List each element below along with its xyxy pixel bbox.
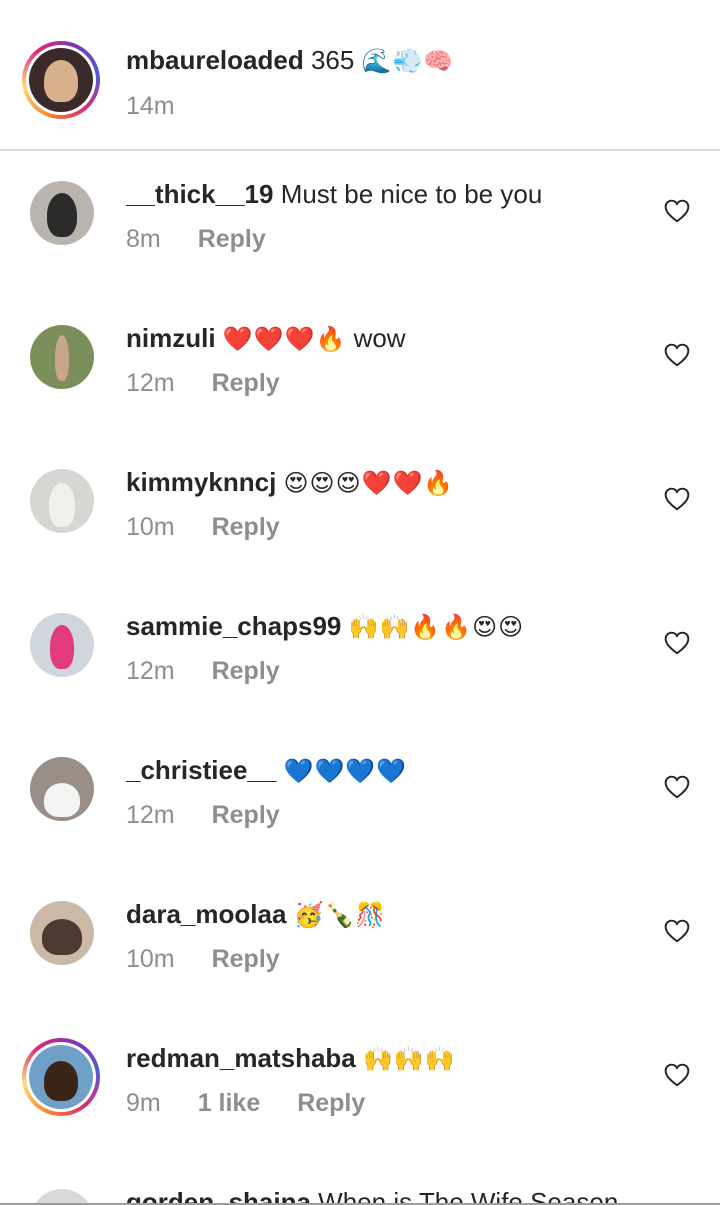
heart-outline-icon[interactable] [664,343,690,367]
comment-line: nimzuli ❤️❤️❤️🔥 wow [126,322,406,356]
comment-username[interactable]: __thick__19 [126,179,273,209]
comment-line: dara_moolaa 🥳🍾🎊 [126,898,386,932]
reply-button[interactable]: Reply [212,657,280,685]
comment-avatar[interactable] [30,757,94,821]
comment-line: __thick__19 Must be nice to be you [126,178,542,212]
comment-username[interactable]: _christiee__ [126,755,276,785]
comment-meta: 8m Reply [126,224,266,254]
comment-meta: 9m 1 like Reply [126,1088,365,1118]
comment-meta: 12m Reply [126,656,280,686]
reply-button[interactable]: Reply [198,225,266,253]
comment-emojis: ❤️❤️❤️🔥 [222,326,347,353]
comment-avatar[interactable] [30,469,94,533]
comment-time: 12m [126,369,175,397]
heart-outline-icon[interactable] [664,1063,690,1087]
comment-item: gorden_shaina When is The Wife Season [0,1158,720,1205]
comment-item: nimzuli ❤️❤️❤️🔥 wow 12m Reply [0,294,720,438]
heart-outline-icon[interactable] [664,919,690,943]
comment-meta: 10m Reply [126,944,280,974]
comment-item: dara_moolaa 🥳🍾🎊 10m Reply [0,870,720,1014]
caption-line: mbaureloaded 365 🌊💨🧠 [126,44,454,78]
comment-text: Must be nice to be you [280,179,543,209]
comment-line: kimmyknncj 😍😍😍❤️❤️🔥 [126,466,454,500]
reply-button[interactable]: Reply [212,801,280,829]
comment-item: __thick__19 Must be nice to be you 8m Re… [0,150,720,294]
comment-time: 10m [126,945,175,973]
comment-emojis: 😍😍😍❤️❤️🔥 [283,470,455,497]
comment-emojis: 🙌🙌🔥🔥😍😍 [348,614,525,641]
comment-username[interactable]: nimzuli [126,323,216,353]
comment-item: kimmyknncj 😍😍😍❤️❤️🔥 10m Reply [0,438,720,582]
comment-time: 9m [126,1089,161,1117]
caption-text: 365 [310,45,355,75]
comment-avatar[interactable] [30,325,94,389]
heart-outline-icon[interactable] [664,631,690,655]
comment-line: redman_matshaba 🙌🙌🙌 [126,1042,456,1076]
caption-emojis: 🌊💨🧠 [361,48,455,75]
comment-emojis: 💙💙💙💙 [283,758,408,785]
comment-username[interactable]: dara_moolaa [126,899,286,929]
heart-outline-icon[interactable] [664,487,690,511]
comment-item: sammie_chaps99 🙌🙌🔥🔥😍😍 12m Reply [0,582,720,726]
comment-avatar[interactable] [30,901,94,965]
caption-time: 14m [126,92,175,120]
comment-line: _christiee__ 💙💙💙💙 [126,754,407,788]
heart-outline-icon[interactable] [664,775,690,799]
comment-meta: 12m Reply [126,800,280,830]
caption-avatar[interactable] [22,41,100,119]
comment-username[interactable]: sammie_chaps99 [126,611,341,641]
comment-time: 10m [126,513,175,541]
comment-username[interactable]: kimmyknncj [126,467,276,497]
post-caption: mbaureloaded 365 🌊💨🧠 14m [0,0,720,150]
reply-button[interactable]: Reply [212,369,280,397]
reply-button[interactable]: Reply [297,1089,365,1117]
comment-avatar[interactable] [22,1038,100,1116]
comment-emojis: 🥳🍾🎊 [293,902,387,929]
comment-meta: 12m Reply [126,368,280,398]
like-count[interactable]: 1 like [198,1089,261,1117]
comment-line: sammie_chaps99 🙌🙌🔥🔥😍😍 [126,610,524,644]
comment-text: wow [353,323,406,353]
comment-avatar[interactable] [30,181,94,245]
comment-item: _christiee__ 💙💙💙💙 12m Reply [0,726,720,870]
reply-button[interactable]: Reply [212,945,280,973]
reply-button[interactable]: Reply [212,513,280,541]
comment-time: 8m [126,225,161,253]
comment-time: 12m [126,801,175,829]
comment-meta: 10m Reply [126,512,280,542]
caption-username[interactable]: mbaureloaded [126,45,304,75]
heart-outline-icon[interactable] [664,199,690,223]
comment-emojis: 🙌🙌🙌 [363,1046,456,1073]
comment-item: redman_matshaba 🙌🙌🙌 9m 1 like Reply [0,1014,720,1158]
comment-username[interactable]: redman_matshaba [126,1043,356,1073]
comment-time: 12m [126,657,175,685]
comment-avatar[interactable] [30,613,94,677]
caption-meta: 14m [126,91,205,121]
